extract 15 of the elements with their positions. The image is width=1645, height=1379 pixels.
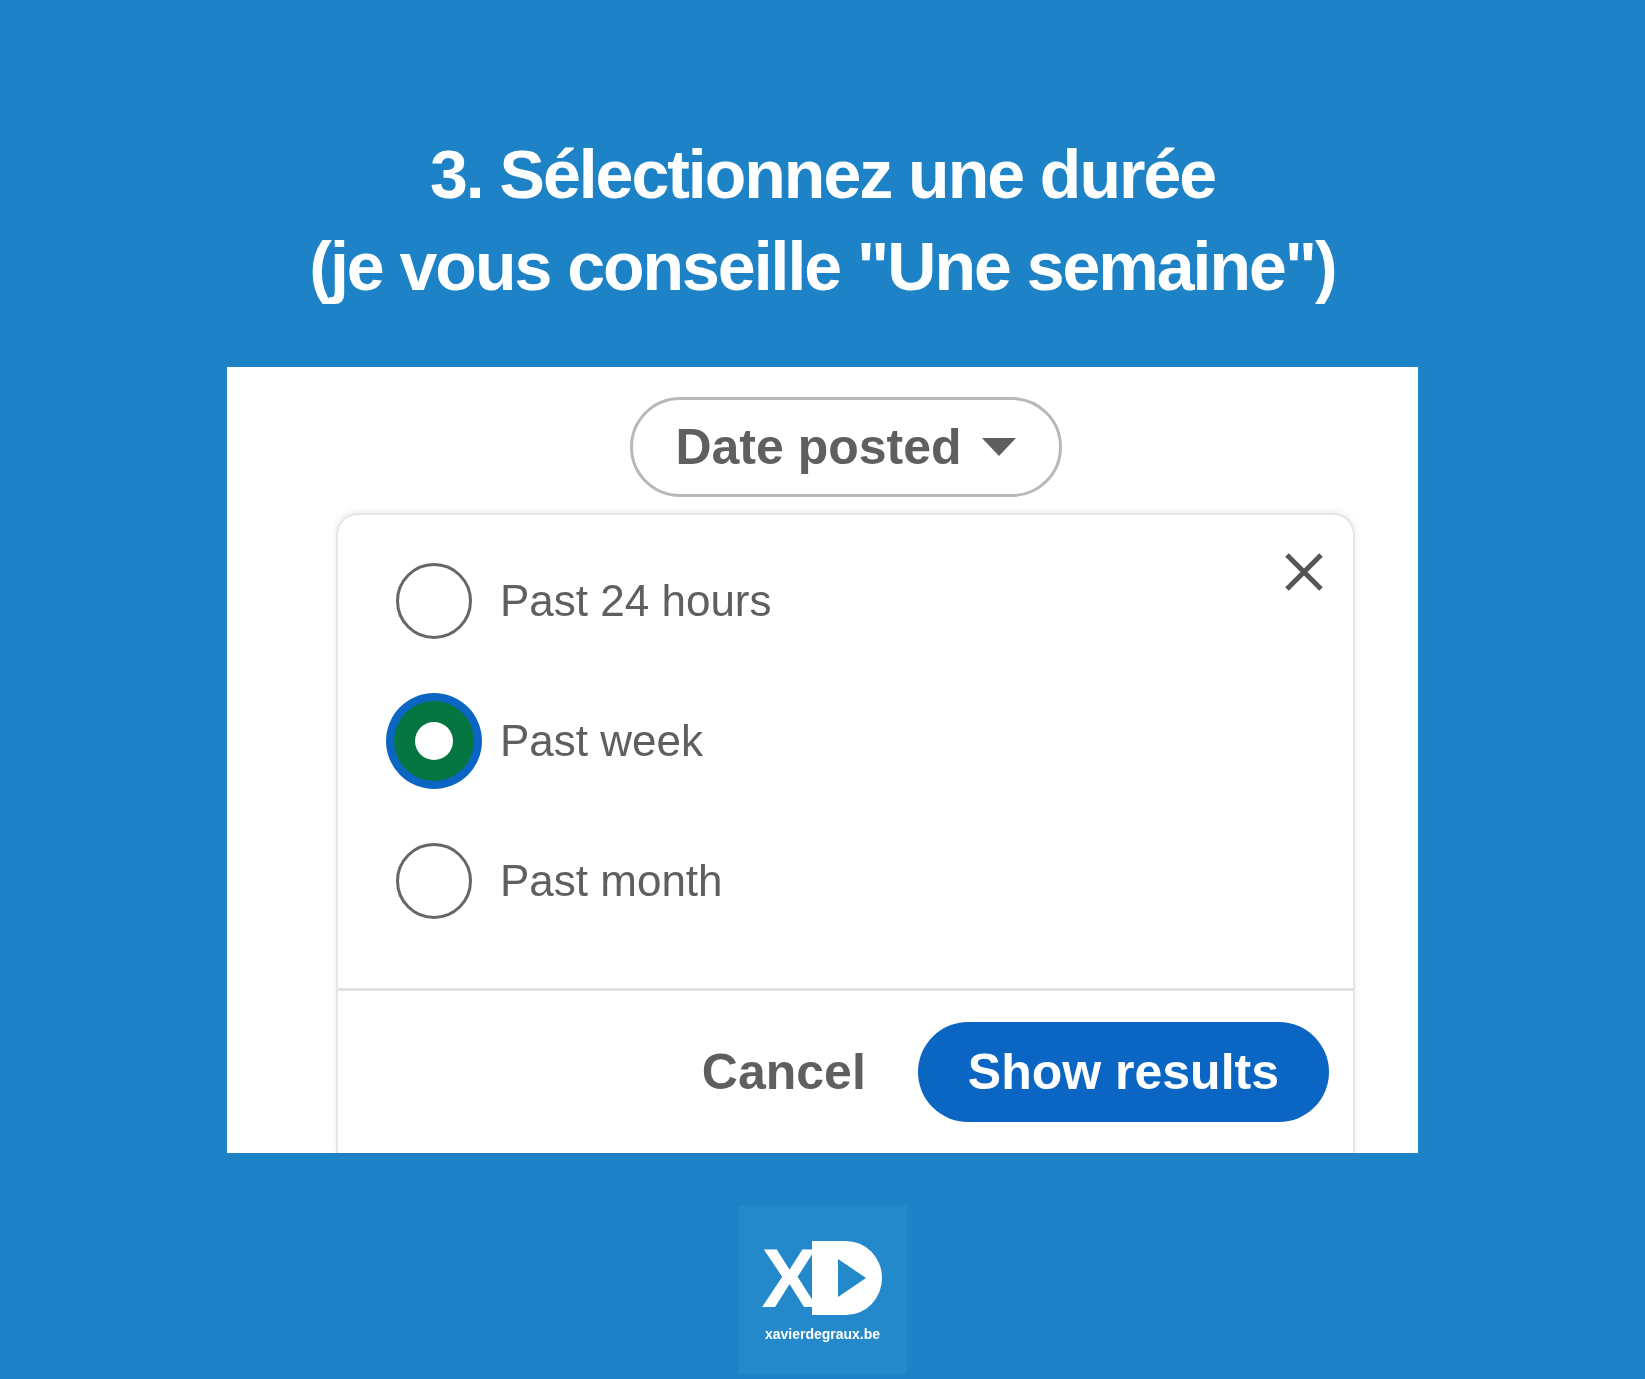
radio-option[interactable]: Past week [386,693,772,789]
radio-option[interactable]: Past 24 hours [386,553,772,649]
heading-line: (je vous conseille "Une semaine") [309,227,1336,306]
site-name: xavierdegraux.be [764,1324,881,1344]
radio-button[interactable] [396,843,472,919]
heading-line: 3. Sélectionnez une durée [429,135,1216,214]
close-icon[interactable] [1283,551,1325,593]
radio-option[interactable]: Past month [386,833,772,929]
cancel-button[interactable]: Cancel [701,1034,866,1110]
radio-button[interactable] [396,563,472,639]
date-posted-button[interactable]: Date posted [629,397,1062,497]
play-logo-icon [811,1240,884,1315]
logo-letter: X [761,1235,812,1320]
caret-icon [981,438,1016,456]
show-results-button[interactable]: Show results [917,1022,1329,1122]
